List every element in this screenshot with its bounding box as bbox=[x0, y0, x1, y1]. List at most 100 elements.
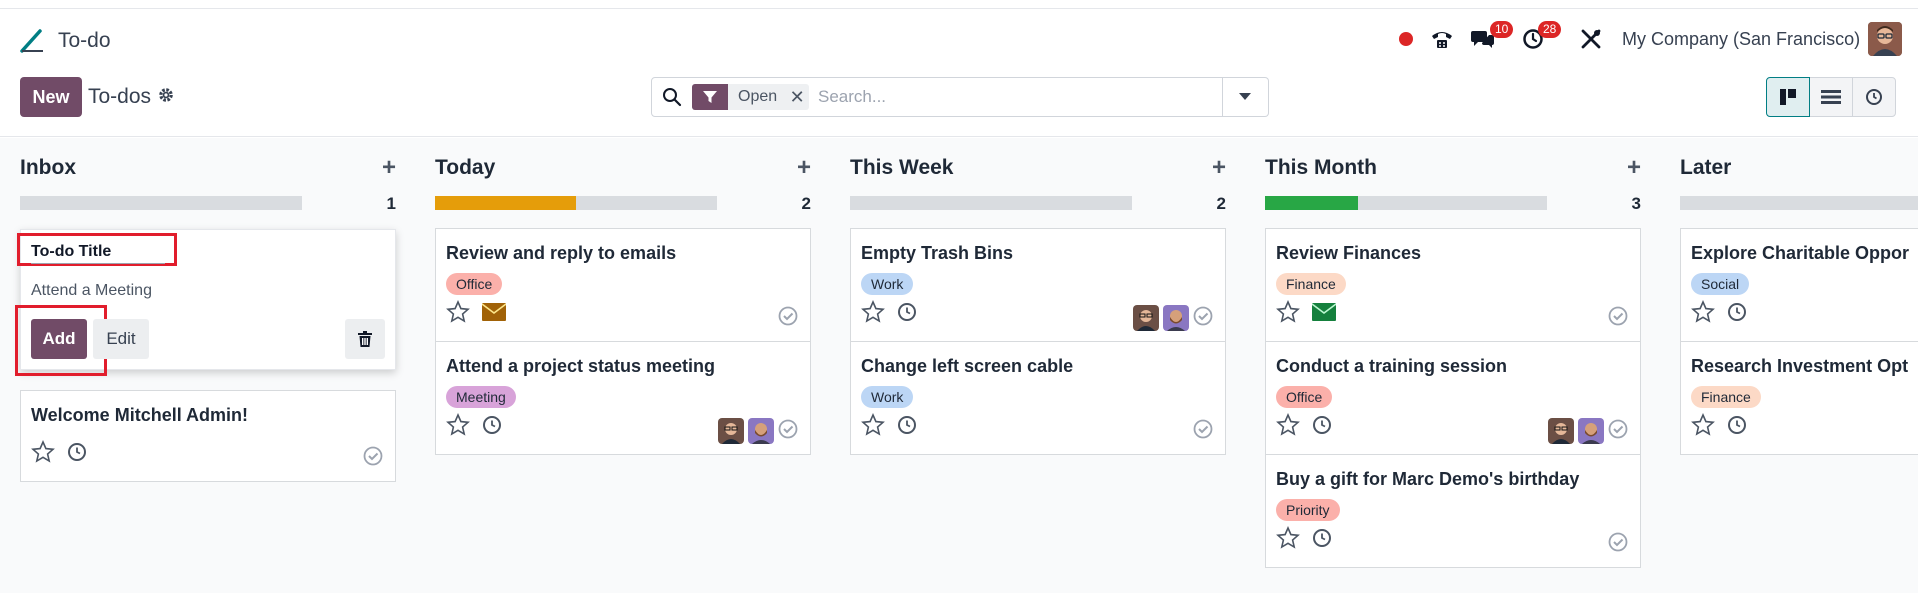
kanban-card[interactable]: Attend a project status meeting Meeting bbox=[435, 341, 811, 455]
avatar[interactable] bbox=[1578, 418, 1604, 444]
tools-icon[interactable] bbox=[1576, 19, 1606, 59]
add-button[interactable]: Add bbox=[31, 319, 87, 359]
email-activity-icon[interactable] bbox=[481, 303, 507, 326]
activity-clock-icon[interactable] bbox=[482, 415, 502, 440]
done-check-icon[interactable] bbox=[778, 306, 798, 331]
app-title: To-do bbox=[58, 29, 111, 52]
card-title: Conduct a training session bbox=[1276, 356, 1508, 376]
email-activity-icon[interactable] bbox=[1311, 303, 1337, 326]
tag-badge: Office bbox=[446, 273, 503, 295]
done-check-icon[interactable] bbox=[363, 446, 383, 471]
remove-facet-icon[interactable]: ✕ bbox=[785, 84, 809, 110]
discard-button[interactable] bbox=[345, 319, 385, 359]
done-check-icon[interactable] bbox=[1193, 306, 1213, 331]
kanban-view-button[interactable] bbox=[1766, 77, 1810, 117]
avatar[interactable] bbox=[1133, 305, 1159, 331]
kanban-card[interactable]: Buy a gift for Marc Demo's birthday Prio… bbox=[1265, 454, 1641, 568]
activity-clock-icon[interactable] bbox=[1312, 528, 1332, 553]
activity-clock-icon[interactable] bbox=[1312, 415, 1332, 440]
company-switcher[interactable]: My Company (San Francisco) bbox=[1622, 19, 1860, 59]
done-check-icon[interactable] bbox=[778, 419, 798, 444]
column-cards: Explore Charitable Oppor Social Research… bbox=[1680, 228, 1918, 455]
status-dot[interactable] bbox=[1396, 19, 1416, 59]
gear-icon[interactable] bbox=[158, 87, 174, 108]
kanban-card[interactable]: Empty Trash Bins Work bbox=[850, 228, 1226, 342]
activity-view-button[interactable] bbox=[1852, 77, 1896, 117]
activity-clock-icon[interactable] bbox=[1727, 415, 1747, 440]
todo-title-input[interactable] bbox=[31, 240, 165, 264]
kanban-card[interactable]: Explore Charitable Oppor Social bbox=[1680, 228, 1918, 342]
done-check-icon[interactable] bbox=[1608, 306, 1628, 331]
list-icon bbox=[1821, 90, 1841, 104]
column-progress-bar bbox=[1265, 196, 1547, 210]
facet-value: Open bbox=[738, 88, 778, 105]
card-title: Buy a gift for Marc Demo's birthday bbox=[1276, 469, 1580, 489]
kanban-card[interactable]: Review Finances Finance bbox=[1265, 228, 1641, 342]
activity-clock-icon[interactable] bbox=[897, 302, 917, 327]
edit-button[interactable]: Edit bbox=[93, 319, 149, 359]
kanban-card[interactable]: Welcome Mitchell Admin! bbox=[20, 390, 396, 482]
kanban-card[interactable]: Conduct a training session Office bbox=[1265, 341, 1641, 455]
navbar-systray: 10 28 My Company (San Francisco) bbox=[1358, 19, 1918, 59]
kanban-card[interactable]: Research Investment Opt Finance bbox=[1680, 341, 1918, 455]
avatar[interactable] bbox=[718, 418, 744, 444]
column-count: 2 bbox=[801, 194, 811, 213]
activities-badge: 28 bbox=[1538, 21, 1562, 38]
messages-badge: 10 bbox=[1490, 21, 1514, 38]
add-card-icon[interactable]: + bbox=[1212, 154, 1226, 182]
done-check-icon[interactable] bbox=[1193, 419, 1213, 444]
star-icon[interactable] bbox=[1276, 413, 1300, 442]
search-options-toggle[interactable] bbox=[1222, 77, 1269, 117]
navbar: To-do 10 28 My Company (San Francisco) bbox=[0, 9, 1918, 69]
star-icon[interactable] bbox=[1276, 300, 1300, 329]
card-title: Empty Trash Bins bbox=[861, 243, 1014, 263]
column-progress-bar bbox=[1680, 196, 1918, 210]
column-title: Later bbox=[1680, 156, 1732, 179]
avatar[interactable] bbox=[748, 418, 774, 444]
card-title: Welcome Mitchell Admin! bbox=[31, 405, 249, 425]
star-icon[interactable] bbox=[446, 413, 470, 442]
star-icon[interactable] bbox=[1691, 300, 1715, 329]
search-input[interactable] bbox=[818, 78, 1208, 116]
phone-icon[interactable] bbox=[1426, 19, 1458, 59]
column-progress-bar bbox=[435, 196, 717, 210]
column-cards: Review and reply to emails Office Attend… bbox=[435, 228, 811, 455]
column-cards: Review Finances Finance Conduct a traini… bbox=[1265, 228, 1641, 568]
filter-icon bbox=[692, 84, 728, 110]
search-facet[interactable]: Open ✕ bbox=[692, 84, 810, 110]
add-card-icon[interactable]: + bbox=[1627, 154, 1641, 182]
activity-clock-icon[interactable] bbox=[1727, 302, 1747, 327]
star-icon[interactable] bbox=[861, 300, 885, 329]
avatar[interactable] bbox=[1548, 418, 1574, 444]
star-icon[interactable] bbox=[1691, 413, 1715, 442]
card-title: Change left screen cable bbox=[861, 356, 1074, 376]
add-card-icon[interactable]: + bbox=[797, 154, 811, 182]
star-icon[interactable] bbox=[861, 413, 885, 442]
search-icon[interactable] bbox=[662, 87, 682, 112]
card-title: Review and reply to emails bbox=[446, 243, 677, 263]
search-bar[interactable]: Open ✕ bbox=[651, 77, 1223, 117]
app-brand[interactable]: To-do bbox=[18, 27, 111, 55]
star-icon[interactable] bbox=[1276, 526, 1300, 555]
user-avatar[interactable] bbox=[1865, 19, 1905, 59]
avatar[interactable] bbox=[1163, 305, 1189, 331]
quick-create-form: Attend a Meeting Add Edit bbox=[15, 229, 396, 376]
tag-badge: Priority bbox=[1276, 499, 1340, 521]
new-button[interactable]: New bbox=[20, 77, 82, 117]
activity-clock-icon[interactable] bbox=[67, 442, 87, 467]
add-card-icon[interactable]: + bbox=[382, 154, 396, 182]
tag-badge: Social bbox=[1691, 273, 1750, 295]
kanban-card[interactable]: Review and reply to emails Office bbox=[435, 228, 811, 342]
star-icon[interactable] bbox=[446, 300, 470, 329]
list-view-button[interactable] bbox=[1809, 77, 1853, 117]
done-check-icon[interactable] bbox=[1608, 532, 1628, 557]
kanban-icon bbox=[1780, 89, 1796, 105]
card-title: Review Finances bbox=[1276, 243, 1422, 263]
done-check-icon[interactable] bbox=[1608, 419, 1628, 444]
star-icon[interactable] bbox=[31, 440, 55, 469]
tag-badge: Office bbox=[1276, 386, 1333, 408]
activity-clock-icon[interactable] bbox=[897, 415, 917, 440]
column-count: 3 bbox=[1631, 194, 1641, 213]
description-input[interactable]: Attend a Meeting bbox=[31, 282, 152, 300]
kanban-card[interactable]: Change left screen cable Work bbox=[850, 341, 1226, 455]
